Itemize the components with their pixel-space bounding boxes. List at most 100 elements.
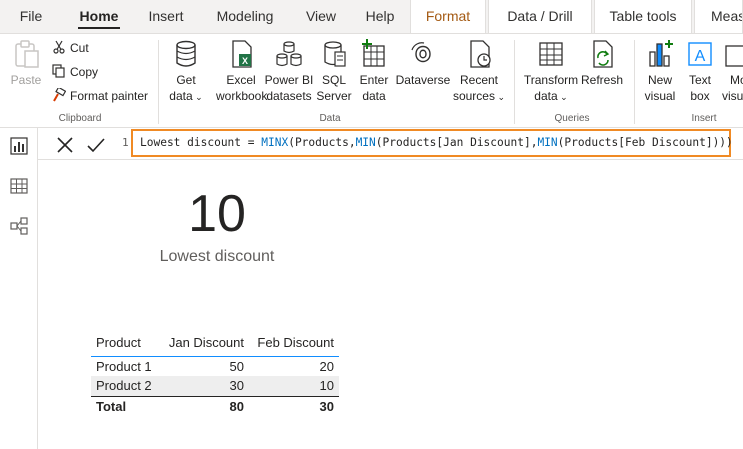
view-switcher-rail [0, 128, 38, 449]
excel-workbook-button[interactable]: X Excel workbook [216, 38, 268, 104]
format-painter-label: Format painter [70, 89, 149, 103]
report-view-icon[interactable] [10, 137, 28, 155]
insert-group-label: Insert [691, 113, 717, 124]
dax-formula-text: Lowest discount = MINX(Products,MIN(Prod… [140, 136, 733, 149]
chevron-down-icon: ⌄ [557, 92, 568, 102]
transform-label-1: Transform [523, 73, 579, 87]
tab-home[interactable]: Home [66, 0, 132, 33]
new-visual-label-1: New [647, 73, 672, 87]
datasets-icon [276, 41, 302, 67]
queries-group-label: Queries [554, 113, 590, 124]
tab-table-tools[interactable]: Table tools [594, 0, 692, 33]
table-total-row: Total 80 30 [91, 395, 339, 416]
recent-sources-icon [470, 40, 491, 68]
table-header-row: Product Jan Discount Feb Discount [91, 330, 339, 357]
text-box-label-2: box [690, 89, 710, 103]
table-plus-icon [362, 39, 385, 67]
table-cell: 50 [229, 358, 244, 374]
text-box-label-1: Text [688, 73, 711, 87]
tab-view[interactable]: View [296, 0, 346, 33]
table-cell: 30 [249, 395, 339, 416]
formula-part: (Products[Feb Discount]))) [557, 136, 733, 149]
clipboard-group-label: Clipboard [58, 113, 102, 124]
bar-chart-icon [649, 40, 673, 67]
transform-data-icon [539, 42, 563, 66]
tab-measure-tools[interactable]: Meas [694, 0, 743, 33]
more-visuals-label-2: visua [722, 89, 743, 103]
enter-data-button[interactable]: Enter data [354, 38, 394, 104]
copy-button[interactable]: Copy [52, 62, 98, 82]
more-visuals-button[interactable]: Mo visua [722, 38, 743, 104]
data-view-icon[interactable] [10, 177, 28, 195]
refresh-button[interactable]: Refresh [580, 38, 624, 88]
paintbrush-icon [53, 88, 66, 102]
tab-file[interactable]: File [8, 0, 54, 33]
new-visual-button[interactable]: New visual [640, 38, 680, 104]
paste-icon [15, 40, 39, 68]
tab-data-drill[interactable]: Data / Drill [488, 0, 592, 33]
tab-format[interactable]: Format [410, 0, 486, 33]
table-cell: Product 1 [96, 358, 152, 374]
formula-function: MINX [261, 136, 289, 149]
recent-label-2: sources [452, 89, 495, 103]
card-value[interactable]: 10 [150, 182, 284, 246]
refresh-label: Refresh [580, 73, 624, 87]
tab-help[interactable]: Help [356, 0, 404, 33]
chevron-down-icon: ⌄ [494, 92, 506, 102]
table-cell: 20 [319, 358, 334, 374]
table-cell: 10 [249, 376, 339, 396]
excel-label-1: Excel [226, 73, 256, 87]
formula-line-number: 1 [122, 136, 129, 149]
sql-label-1: SQL [321, 73, 346, 87]
transform-data-button[interactable]: Transform data ⌄ [522, 38, 580, 105]
database-icon [176, 40, 196, 67]
column-header-product[interactable]: Product [91, 330, 161, 357]
table-cell: Product 2 [91, 376, 161, 396]
paste-label: Paste [10, 73, 42, 87]
new-visual-label-2: visual [644, 89, 676, 103]
pbi-label-1: Power BI [264, 73, 314, 87]
ribbon-separator [634, 40, 635, 124]
sql-server-button[interactable]: SQL Server [314, 38, 354, 104]
formula-part: (Products, [288, 136, 356, 149]
cancel-formula-icon[interactable] [54, 134, 76, 156]
enter-data-label-1: Enter [359, 73, 389, 87]
ribbon-tab-bar: File Home Insert Modeling View Help Form… [0, 0, 743, 33]
get-data-label-2: data [169, 89, 193, 103]
transform-label-2: data [534, 89, 558, 103]
formula-function: MIN [537, 136, 558, 149]
recent-sources-button[interactable]: Recent sources ⌄ [452, 38, 506, 105]
tab-modeling[interactable]: Modeling [206, 0, 284, 33]
get-data-button[interactable]: Get data ⌄ [166, 38, 206, 105]
excel-label-2: workbook [216, 89, 268, 103]
dataverse-button[interactable]: Dataverse [394, 38, 452, 88]
formula-function: MIN [355, 136, 376, 149]
more-visuals-icon [725, 45, 743, 67]
tab-insert[interactable]: Insert [140, 0, 192, 33]
data-group-label: Data [319, 113, 341, 124]
refresh-icon [593, 40, 613, 68]
text-box-button[interactable]: A Text box [682, 38, 718, 104]
excel-icon: X [232, 40, 252, 68]
power-bi-datasets-button[interactable]: Power BI datasets [264, 38, 314, 104]
more-visuals-label-1: Mo [730, 73, 743, 87]
model-view-icon[interactable] [10, 217, 28, 235]
column-header-feb-discount[interactable]: Feb Discount [249, 330, 339, 357]
column-header-jan-discount[interactable]: Jan Discount [161, 330, 249, 357]
table-row: Product 2 30 10 [91, 376, 339, 396]
ribbon-separator [514, 40, 515, 124]
svg-text:A: A [695, 48, 706, 65]
dataverse-icon [411, 42, 431, 63]
copy-icon [52, 64, 65, 78]
cut-label: Cut [70, 41, 89, 55]
discount-table[interactable]: Product Jan Discount Feb Discount Produc… [91, 330, 339, 416]
formula-part: (Products[Jan Discount], [375, 136, 538, 149]
copy-label: Copy [70, 65, 99, 79]
paste-button[interactable]: Paste [6, 38, 46, 88]
commit-formula-icon[interactable] [85, 134, 107, 156]
cut-button[interactable]: Cut [52, 38, 89, 58]
table-row: Product 1 50 20 [91, 356, 339, 376]
sql-server-icon [324, 41, 346, 67]
format-painter-button[interactable]: Format painter [52, 86, 148, 106]
text-box-icon: A [688, 42, 712, 66]
